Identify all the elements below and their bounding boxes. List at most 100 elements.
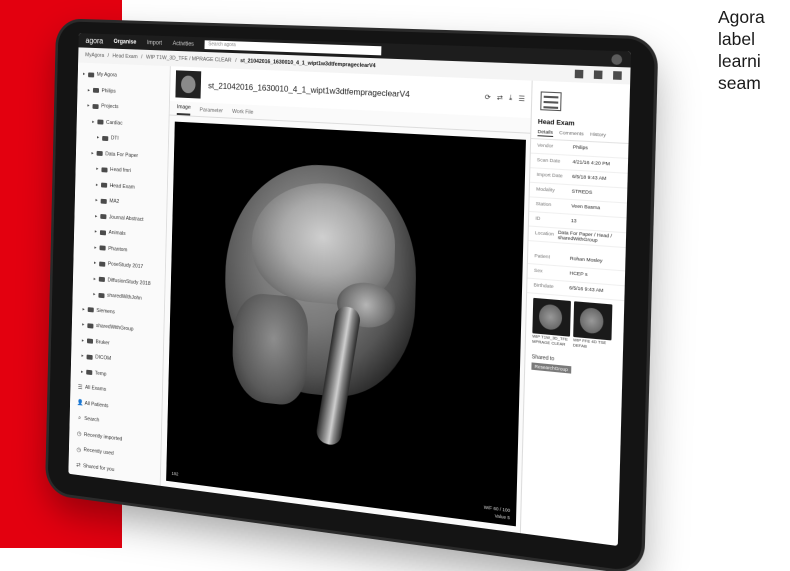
tree-item-label: My Agora (96, 72, 117, 79)
folder-icon (98, 292, 105, 298)
settings-icon[interactable] (613, 71, 622, 80)
folder-icon (99, 261, 106, 267)
folder-icon (98, 276, 105, 283)
download-icon[interactable]: ⤓ (509, 94, 512, 102)
window-level: W/F 60 / 100 (483, 504, 511, 514)
series-thumbnail[interactable] (532, 297, 571, 337)
user-avatar-icon[interactable] (611, 53, 623, 65)
stack-icon (540, 91, 562, 112)
detail-value: Veen Basma (571, 204, 601, 212)
folder-icon (101, 182, 108, 188)
search-icon: ⌕ (78, 415, 82, 422)
detail-value: Data For Paper / Head / sharedWithGroup (557, 230, 613, 244)
image-thumbnail (175, 70, 202, 99)
list-icon: ☰ (77, 384, 83, 391)
detail-key: Location (534, 231, 554, 238)
tree-item-label: All Exams (84, 384, 107, 394)
tab-image[interactable]: Image (176, 104, 191, 116)
detail-key: Birthdate (533, 283, 554, 291)
detail-key: Scan Date (536, 158, 561, 165)
folder-icon (87, 323, 94, 329)
detail-value: 6/5/16 9:43 AM (569, 286, 604, 295)
tree-item-label: sharedWithJohn (107, 292, 142, 302)
series-thumbnails: WIP T1W_3D_TFE MPRAGE CLEAR WIP FFE 4D T… (526, 293, 625, 356)
detail-key: Import Date (536, 172, 563, 180)
pixel-value: Value 5 (494, 513, 510, 521)
tree-item-label: Data For Paper (105, 151, 139, 159)
tab-parameter[interactable]: Parameter (199, 107, 223, 117)
person-icon: 👤 (76, 400, 84, 407)
tree-item-label: All Patients (84, 400, 109, 410)
detail-value: HCEP s (569, 271, 588, 279)
mri-viewer[interactable]: 192 W/F 60 / 100 Value 5 (166, 121, 526, 527)
folder-icon (96, 151, 103, 157)
tree-item-label: PoseStudy 2017 (107, 261, 144, 271)
tree-item-label: Head fmri (110, 167, 131, 175)
detail-value: 13 (570, 218, 577, 225)
folder-icon (99, 245, 106, 251)
folder-icon (102, 135, 109, 141)
detail-value: Philips (572, 145, 588, 152)
folder-icon (101, 167, 108, 173)
folder-icon (97, 119, 104, 125)
shared-section: Shared to ResearchGroup (531, 354, 617, 378)
detail-key: ID (535, 216, 541, 223)
shared-group-tag[interactable]: ResearchGroup (531, 362, 572, 374)
tree-item-label: Projects (101, 103, 119, 111)
tree-item-label: Bruker (95, 339, 110, 347)
detail-key: Vendor (537, 143, 554, 150)
folder-icon (100, 214, 107, 220)
breadcrumb-item[interactable]: WIP T1W_3D_TFE / MPRAGE CLEAR (146, 55, 232, 64)
tab-comments[interactable]: Comments (559, 131, 584, 139)
detail-value: STREDS (571, 189, 593, 197)
refresh-icon[interactable]: ⟳ (485, 93, 491, 101)
tree-item-label: MA2 (109, 198, 120, 206)
details-panel: Head Exam Details Comments History Vendo… (519, 80, 631, 546)
breadcrumb-item[interactable]: Head Exam (112, 53, 137, 60)
detail-value: 6/5/18 9:43 AM (572, 174, 607, 183)
detail-key: Patient (534, 254, 550, 261)
tree-item-label: DTI (110, 135, 119, 142)
tab-details[interactable]: Details (537, 129, 553, 137)
tab-history[interactable]: History (590, 133, 606, 140)
copy-icon[interactable] (574, 69, 584, 79)
clock-icon: ◷ (76, 431, 82, 438)
menu-icon[interactable]: ☰ (518, 95, 525, 104)
mri-face-region (231, 291, 309, 408)
folder-icon (88, 72, 95, 78)
tree-item-label: Phantom (108, 245, 128, 254)
detail-key: Sex (533, 268, 543, 275)
series-thumbnail[interactable] (573, 301, 613, 341)
sync-icon[interactable] (593, 70, 603, 80)
folder-icon (87, 307, 94, 313)
main-viewer: st_21042016_1630010_4_1_wipt1w3dtfemprag… (161, 66, 532, 533)
folder-icon (100, 198, 107, 204)
nav-activities[interactable]: Activities (173, 41, 194, 48)
detail-value: 4/21/16 4:20 PM (572, 160, 610, 168)
tree-item-label: DICOM (95, 354, 112, 363)
app-screen: agora Organise Import Activities Search … (68, 33, 631, 546)
tree-item-label: Recently used (83, 447, 114, 457)
detail-key: Station (535, 201, 552, 209)
folder-icon (86, 354, 93, 360)
folder-icon (99, 229, 107, 236)
clock-icon: ◷ (76, 447, 82, 454)
nav-import[interactable]: Import (147, 40, 162, 46)
tree-item-label: Journal Abstract (108, 214, 144, 223)
tree-item-label: Philips (101, 88, 116, 95)
image-title: st_21042016_1630010_4_1_wipt1w3dtfemprag… (208, 80, 410, 100)
tab-work-file[interactable]: Work File (232, 109, 253, 119)
folder-icon (92, 103, 99, 109)
tree-item-label: Recently imported (83, 431, 123, 443)
tree-item-label: Temp (94, 370, 107, 378)
breadcrumb-item[interactable]: MyAgora (85, 52, 104, 58)
share-icon[interactable]: ⇄ (497, 94, 503, 103)
nav-organise[interactable]: Organise (114, 39, 137, 46)
tree-item-label: Head Exam (109, 182, 135, 191)
app-logo[interactable]: agora (85, 36, 103, 45)
folder-tree: ▸ My Agora ▸ Philips ▸ Projects ▸ Cardiac ▸ DTI ▸ D… (68, 62, 171, 486)
tree-item-label: Cardiac (105, 119, 123, 127)
tree-item-label: Shared for you (83, 463, 115, 473)
folder-icon (86, 338, 94, 345)
tree-item-label: Search (84, 416, 100, 424)
